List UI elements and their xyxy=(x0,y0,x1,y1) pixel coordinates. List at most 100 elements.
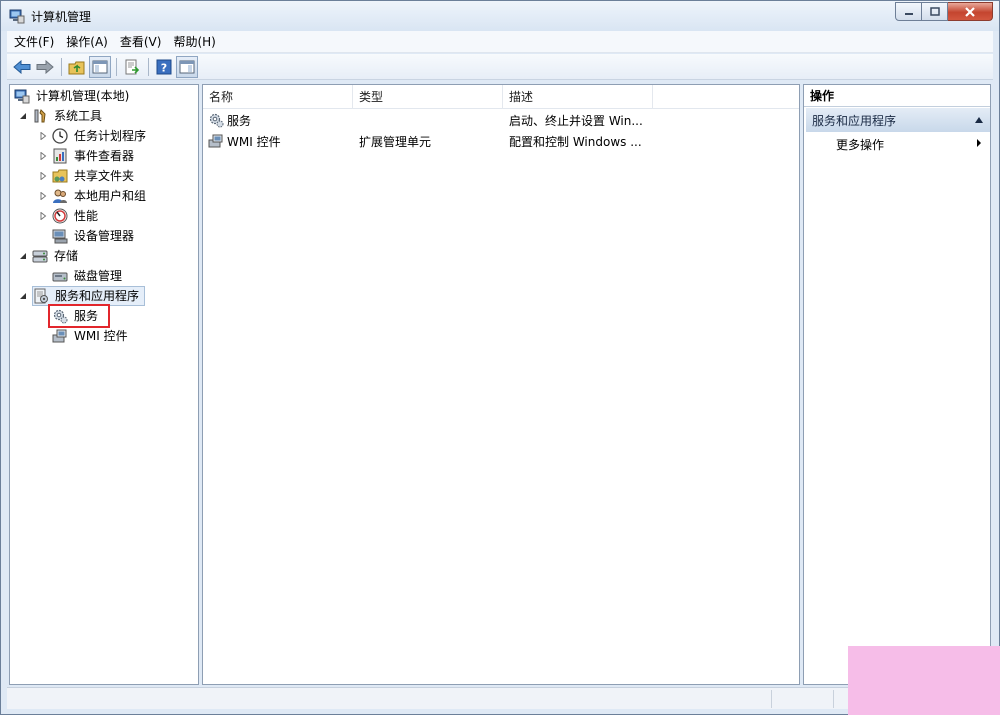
expand-arrow-icon[interactable] xyxy=(38,151,48,161)
title-bar[interactable]: 计算机管理 xyxy=(1,1,999,31)
toolbar-separator xyxy=(148,57,149,76)
minimize-icon xyxy=(904,12,913,15)
tree-item-system-tools[interactable]: 系统工具 xyxy=(18,106,104,126)
help-button[interactable]: ? xyxy=(153,56,175,78)
services-apps-icon xyxy=(33,288,49,304)
action-pane: 操作 服务和应用程序 更多操作 xyxy=(803,84,991,685)
expand-arrow-icon[interactable] xyxy=(38,171,48,181)
list-item-name: 服务 xyxy=(227,113,252,128)
tree-item-device-manager[interactable]: 设备管理器 xyxy=(52,226,136,246)
maximize-button[interactable] xyxy=(922,2,948,21)
help-icon: ? xyxy=(156,59,172,74)
collapse-triangle-icon[interactable] xyxy=(974,113,984,127)
collapse-arrow-icon[interactable] xyxy=(18,251,28,261)
tree-item-local-users[interactable]: 本地用户和组 xyxy=(38,186,148,206)
tree-item-root[interactable]: 计算机管理(本地) xyxy=(14,86,131,106)
collapse-arrow-icon[interactable] xyxy=(18,291,28,301)
back-arrow-icon xyxy=(13,59,31,74)
tree-label: WMI 控件 xyxy=(74,329,128,343)
console-tree-pane[interactable]: 计算机管理(本地) 系统工具 任务计划程序 事件查看器 共享文件夹 本地用户和组… xyxy=(9,84,199,685)
column-header-description[interactable]: 描述 xyxy=(503,85,653,109)
forward-arrow-icon xyxy=(36,59,54,74)
action-section-label: 服务和应用程序 xyxy=(812,113,897,128)
tree-item-shared-folders[interactable]: 共享文件夹 xyxy=(38,166,136,186)
export-list-button[interactable] xyxy=(121,56,143,78)
tree-label: 系统工具 xyxy=(54,109,103,123)
maximize-icon xyxy=(929,7,940,16)
tree-item-wmi[interactable]: WMI 控件 xyxy=(52,326,130,346)
toolbar-separator xyxy=(61,57,62,76)
tree-item-performance[interactable]: 性能 xyxy=(38,206,100,226)
tree-label: 任务计划程序 xyxy=(74,129,147,143)
services-gear-icon xyxy=(208,112,224,128)
disk-icon xyxy=(52,268,68,284)
clock-icon xyxy=(52,128,68,144)
tools-icon xyxy=(32,108,48,124)
device-manager-icon xyxy=(52,228,68,244)
menu-help[interactable]: 帮助(H) xyxy=(168,32,220,52)
tree-item-event-viewer[interactable]: 事件查看器 xyxy=(38,146,136,166)
action-pane-header: 操作 xyxy=(804,85,990,107)
tree-item-task-scheduler[interactable]: 任务计划程序 xyxy=(38,126,148,146)
close-button[interactable] xyxy=(948,2,993,21)
back-button[interactable] xyxy=(11,56,33,78)
export-list-icon xyxy=(125,59,140,74)
status-divider xyxy=(771,690,772,708)
list-item-name: WMI 控件 xyxy=(227,134,281,149)
wmi-icon xyxy=(52,328,68,344)
minimize-button[interactable] xyxy=(895,2,922,21)
status-divider xyxy=(833,690,834,708)
caption-buttons xyxy=(895,2,993,22)
menu-view[interactable]: 查看(V) xyxy=(115,32,167,52)
pink-corner-block xyxy=(848,646,1000,715)
collapse-arrow-icon[interactable] xyxy=(18,111,28,121)
tree-item-storage[interactable]: 存储 xyxy=(18,246,80,266)
menu-bar: 文件(F) 操作(A) 查看(V) 帮助(H) xyxy=(7,31,993,53)
performance-icon xyxy=(52,208,68,224)
menu-action[interactable]: 操作(A) xyxy=(61,32,113,52)
selection-highlight: 服务和应用程序 xyxy=(32,286,146,306)
list-item[interactable]: WMI 控件 扩展管理单元 配置和控制 Windows ... xyxy=(203,130,799,152)
column-header-name[interactable]: 名称 xyxy=(203,85,353,109)
event-viewer-icon xyxy=(52,148,68,164)
more-actions-item[interactable]: 更多操作 xyxy=(804,133,990,155)
list-item-description: 配置和控制 Windows ... xyxy=(509,134,642,149)
tree-label: 服务和应用程序 xyxy=(55,289,140,303)
expand-arrow-icon[interactable] xyxy=(38,191,48,201)
list-cell-name: 服务 xyxy=(203,112,353,129)
action-pane-icon xyxy=(179,60,195,73)
computer-management-icon xyxy=(9,8,25,24)
list-item-type: 扩展管理单元 xyxy=(359,134,432,149)
result-list-pane[interactable]: 名称 类型 描述 服务 启动、终止并设置 Win... WMI 控件 扩展管理单… xyxy=(202,84,800,685)
close-icon xyxy=(965,6,975,17)
action-section-services-apps[interactable]: 服务和应用程序 xyxy=(806,108,990,132)
tree-item-disk-management[interactable]: 磁盘管理 xyxy=(52,266,124,286)
tree-label: 计算机管理(本地) xyxy=(36,89,130,103)
tree-label: 设备管理器 xyxy=(74,229,135,243)
show-hide-tree-button[interactable] xyxy=(89,55,111,78)
show-hide-action-pane-button[interactable] xyxy=(176,55,198,78)
expand-arrow-icon[interactable] xyxy=(38,211,48,221)
shared-folder-icon xyxy=(52,168,68,184)
svg-text:?: ? xyxy=(161,61,167,74)
computer-management-window: 计算机管理 文件(F) 操作(A) 查看(V) 帮助(H) ? 计算机管理(本地… xyxy=(0,0,1000,715)
list-cell-name: WMI 控件 xyxy=(203,133,353,150)
column-header-type[interactable]: 类型 xyxy=(353,85,503,109)
wmi-icon xyxy=(208,133,224,149)
tree-label: 共享文件夹 xyxy=(74,169,135,183)
console-tree-icon xyxy=(92,60,108,73)
window-title: 计算机管理 xyxy=(31,10,92,24)
up-level-button[interactable] xyxy=(66,56,88,78)
tree-item-services-apps[interactable]: 服务和应用程序 xyxy=(18,286,146,306)
forward-button[interactable] xyxy=(34,56,56,78)
computer-management-icon xyxy=(14,88,30,104)
expand-arrow-icon[interactable] xyxy=(38,131,48,141)
tree-label: 性能 xyxy=(74,209,99,223)
storage-icon xyxy=(32,248,48,264)
list-item[interactable]: 服务 启动、终止并设置 Win... xyxy=(203,109,799,131)
status-bar xyxy=(7,687,993,709)
tree-label: 事件查看器 xyxy=(74,149,135,163)
tree-label: 本地用户和组 xyxy=(74,189,147,203)
list-item-description: 启动、终止并设置 Win... xyxy=(509,113,643,128)
menu-file[interactable]: 文件(F) xyxy=(9,32,59,52)
